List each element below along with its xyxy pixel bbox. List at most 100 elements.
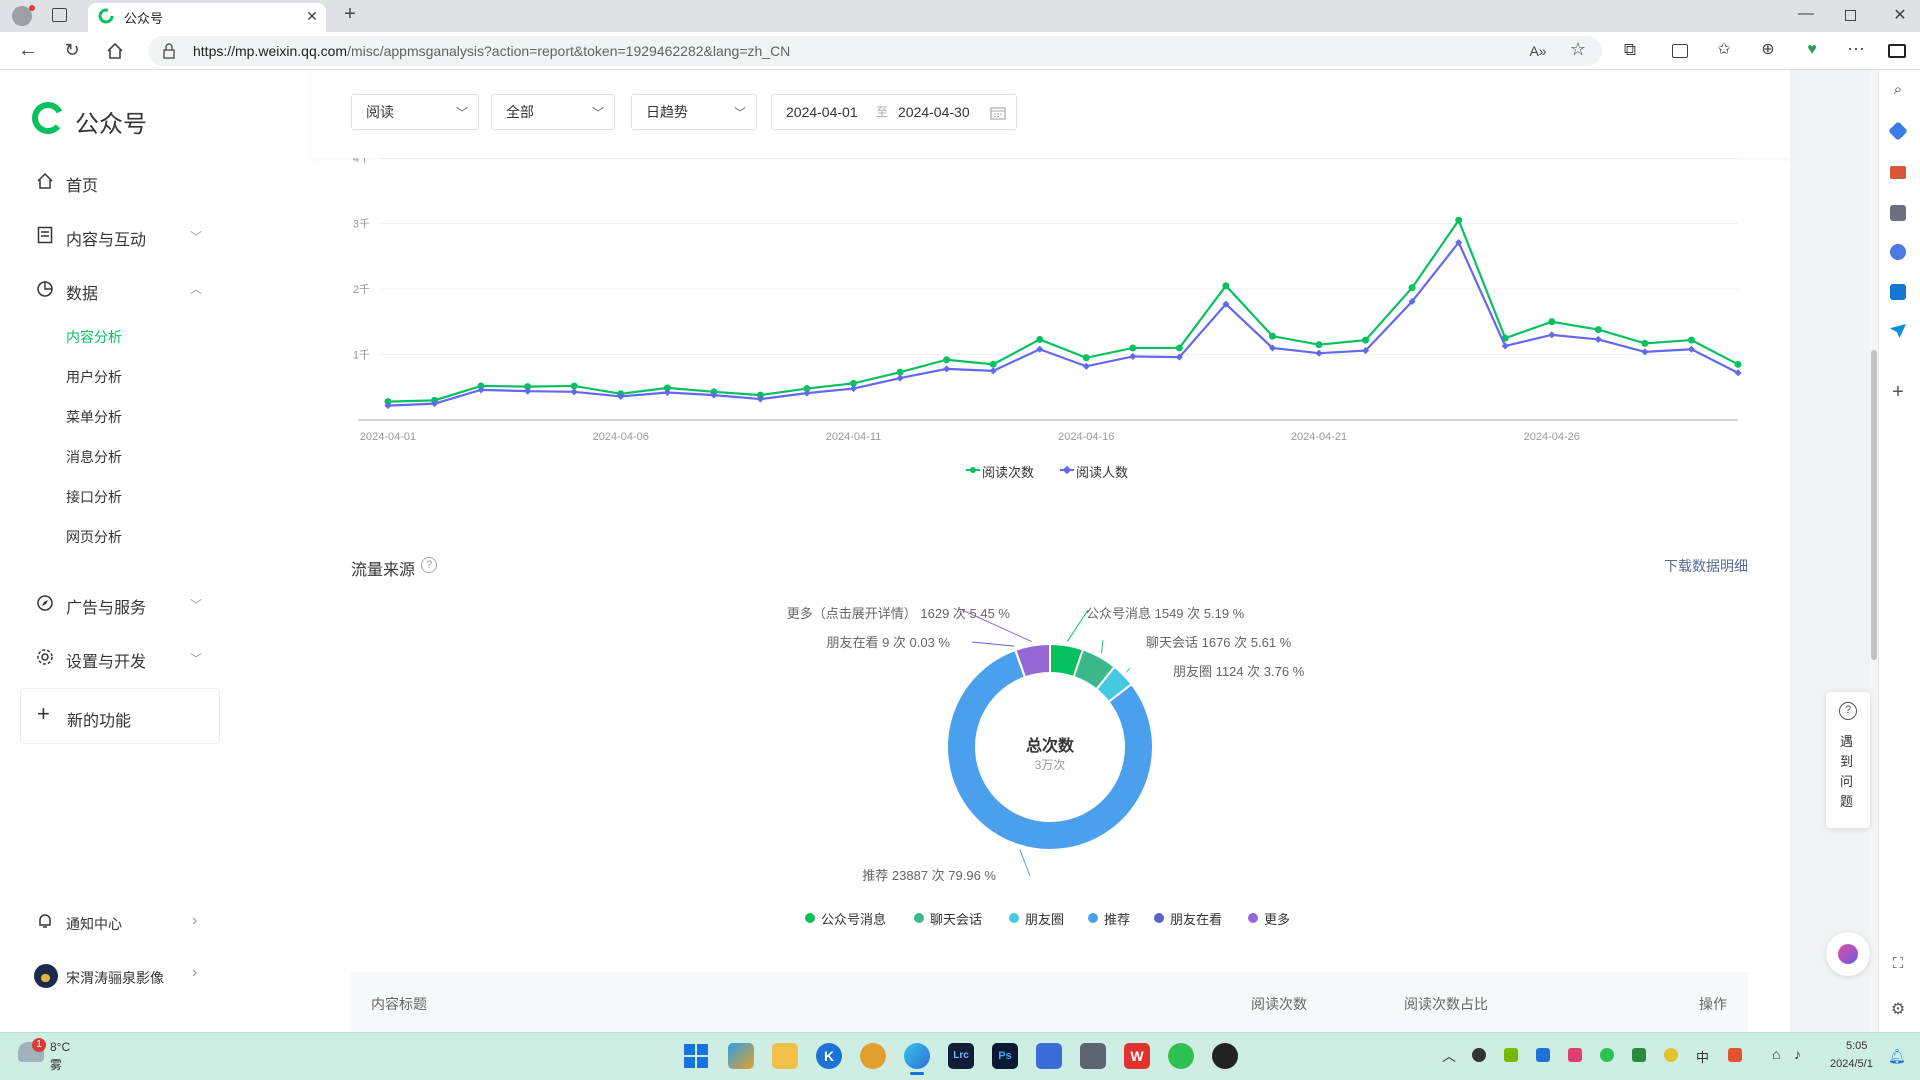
tray-security-icon[interactable]	[1632, 1048, 1646, 1062]
data-point[interactable]	[1594, 326, 1602, 334]
data-point[interactable]	[943, 356, 951, 364]
tray-nvidia-icon[interactable]	[1504, 1048, 1518, 1062]
favorites-icon[interactable]: ✩	[1714, 42, 1734, 58]
data-point[interactable]	[1129, 352, 1137, 361]
calculator-icon[interactable]	[1080, 1043, 1106, 1069]
data-point[interactable]	[1362, 336, 1370, 344]
edge-taskbar-icon[interactable]	[904, 1043, 930, 1069]
collections-icon[interactable]: ⊕	[1758, 42, 1778, 58]
data-point[interactable]	[1641, 339, 1649, 347]
reload-icon[interactable]: ↻	[62, 41, 82, 59]
data-point[interactable]	[896, 374, 904, 382]
minimize-icon[interactable]: —	[1796, 6, 1816, 22]
sidebar-item-settings[interactable]: 设置与开发 ﹀	[36, 642, 206, 672]
clock-date[interactable]: 2024/5/1	[1830, 1058, 1873, 1070]
edge-copilot-icon[interactable]	[1890, 244, 1906, 260]
window-close-icon[interactable]: ✕	[1890, 8, 1910, 24]
sidebar-subitem-webpage-analysis[interactable]: 网页分析	[66, 527, 122, 547]
data-point[interactable]	[1315, 349, 1323, 357]
file-explorer-icon[interactable]	[772, 1043, 798, 1069]
more-menu-icon[interactable]: ···	[1846, 39, 1866, 57]
help-question-icon[interactable]: ?	[421, 557, 437, 573]
data-point[interactable]	[1594, 335, 1602, 343]
account-menu[interactable]: 宋渭涛骊泉影像 ›	[34, 962, 206, 990]
date-range-picker[interactable]: 2024-04-01 至 2024-04-30	[771, 94, 1017, 130]
edge-games-icon[interactable]	[1890, 205, 1906, 221]
data-point[interactable]	[1082, 362, 1090, 370]
tray-app-icon[interactable]	[1568, 1048, 1582, 1062]
tab-actions-icon[interactable]	[52, 8, 67, 22]
data-point[interactable]	[1455, 216, 1463, 224]
tray-360-icon[interactable]	[1664, 1048, 1678, 1062]
date-end[interactable]: 2024-04-30	[898, 95, 970, 129]
edge-search-icon[interactable]: ⌕	[1888, 82, 1908, 98]
restore-icon[interactable]	[1845, 10, 1856, 21]
tab-close-icon[interactable]: ✕	[304, 8, 320, 24]
new-feature-button[interactable]: + 新的功能	[20, 688, 220, 744]
lightroom-icon[interactable]: Lrc	[948, 1043, 974, 1069]
sidebar-item-notification[interactable]: 通知中心 ›	[36, 908, 206, 934]
notepad-icon[interactable]	[1036, 1043, 1062, 1069]
url-text[interactable]: https://mp.weixin.qq.com/misc/appmsganal…	[193, 43, 790, 59]
edge-screenshot-icon[interactable]: ⛶	[1888, 956, 1908, 972]
data-point[interactable]	[1222, 282, 1230, 290]
sidebar-subitem-message-analysis[interactable]: 消息分析	[66, 447, 122, 467]
data-point[interactable]	[1734, 360, 1742, 368]
eye-app-icon[interactable]	[860, 1043, 886, 1069]
read-aloud-icon[interactable]: A»	[1528, 43, 1548, 59]
data-point[interactable]	[1548, 318, 1556, 326]
sidebar-subitem-menu-analysis[interactable]: 菜单分析	[66, 407, 122, 427]
data-point[interactable]	[1408, 284, 1416, 292]
scope-select[interactable]: 全部 ﹀	[491, 94, 615, 130]
sidebar-subitem-user-analysis[interactable]: 用户分析	[66, 367, 122, 387]
metric-select[interactable]: 阅读 ﹀	[351, 94, 479, 130]
windows-start-icon[interactable]	[684, 1044, 708, 1068]
photoshop-icon[interactable]: Ps	[992, 1043, 1018, 1069]
sidebar-subitem-content-analysis[interactable]: 内容分析	[66, 327, 122, 347]
volume-icon[interactable]: ♪	[1794, 1046, 1801, 1062]
qq-icon[interactable]	[1212, 1043, 1238, 1069]
edge-outlook-icon[interactable]	[1890, 284, 1906, 300]
page-scrollbar-thumb[interactable]	[1871, 350, 1877, 660]
tray-sogou-icon[interactable]	[1728, 1048, 1742, 1062]
k-app-icon[interactable]: K	[816, 1043, 842, 1069]
network-icon[interactable]: ⌂	[1772, 1046, 1780, 1062]
data-point[interactable]	[1548, 331, 1556, 339]
wechat-icon[interactable]	[1168, 1043, 1194, 1069]
sidebar-item-data[interactable]: 数据 ︿	[36, 274, 206, 304]
date-start[interactable]: 2024-04-01	[786, 95, 858, 129]
split-screen-icon[interactable]	[1672, 44, 1688, 58]
granularity-select[interactable]: 日趋势 ﹀	[631, 94, 757, 130]
reader-mode-icon[interactable]	[1836, 936, 1854, 950]
tray-k-icon[interactable]	[1536, 1048, 1550, 1062]
ime-indicator[interactable]: 中	[1696, 1047, 1709, 1066]
data-point[interactable]	[1687, 336, 1695, 344]
data-point[interactable]	[1268, 332, 1276, 340]
data-point[interactable]	[1175, 344, 1183, 352]
data-point[interactable]	[849, 385, 858, 393]
favorite-star-icon[interactable]: ☆	[1568, 40, 1588, 58]
extensions-icon[interactable]: ⧉	[1620, 41, 1640, 58]
sidebar-toggle-icon[interactable]	[1888, 44, 1906, 58]
tray-qq-icon[interactable]	[1472, 1048, 1486, 1062]
help-float-panel[interactable]: ? 遇到问题	[1826, 692, 1870, 828]
edge-add-icon[interactable]: +	[1888, 382, 1908, 402]
lock-icon[interactable]	[162, 43, 176, 59]
data-point[interactable]	[1315, 341, 1323, 349]
data-point[interactable]	[989, 367, 997, 375]
data-point[interactable]	[1036, 335, 1044, 343]
home-browser-icon[interactable]	[106, 42, 124, 60]
back-icon[interactable]: ←	[18, 40, 38, 60]
data-point[interactable]	[1082, 354, 1090, 362]
data-point[interactable]	[943, 365, 951, 373]
sidebar-subitem-api-analysis[interactable]: 接口分析	[66, 487, 122, 507]
tray-overflow-icon[interactable]: ︿	[1442, 1046, 1456, 1066]
data-point[interactable]	[1036, 345, 1044, 353]
edge-settings-icon[interactable]: ⚙	[1888, 1002, 1908, 1018]
data-point[interactable]	[1129, 344, 1137, 352]
sidebar-item-content[interactable]: 内容与互动 ﹀	[36, 220, 206, 250]
data-point[interactable]	[989, 360, 997, 368]
edge-tools-icon[interactable]	[1890, 166, 1906, 179]
sidebar-item-ads[interactable]: 广告与服务 ﹀	[36, 588, 206, 618]
sidebar-item-home[interactable]: 首页	[36, 166, 236, 196]
